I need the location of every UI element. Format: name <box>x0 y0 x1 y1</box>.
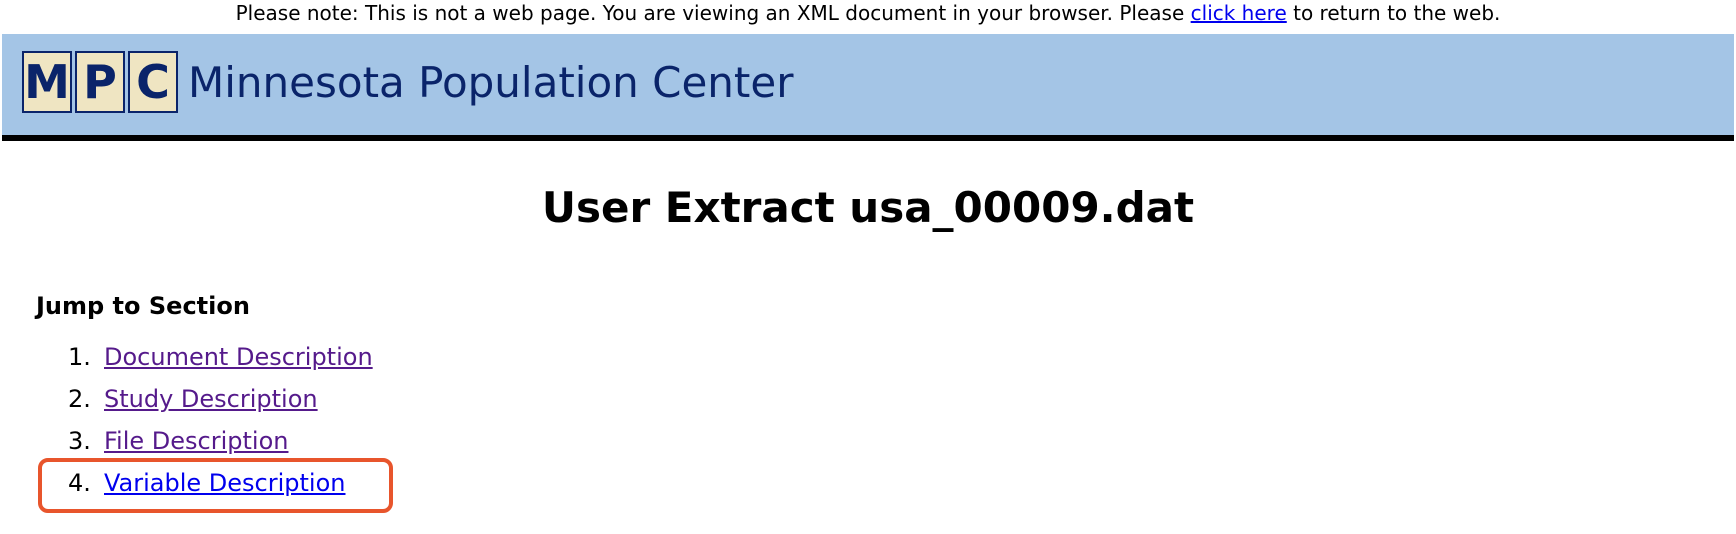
variable-description-link[interactable]: Variable Description <box>104 469 346 497</box>
list-number: 3. <box>68 427 91 455</box>
list-item: 4. Variable Description <box>68 462 373 504</box>
list-item: 2. Study Description <box>68 378 373 420</box>
xml-notice: Please note: This is not a web page. You… <box>0 0 1736 30</box>
mpc-logo: M P C <box>22 51 178 113</box>
logo-letter-p: P <box>75 51 125 113</box>
return-to-web-link[interactable]: click here <box>1191 1 1287 25</box>
list-number: 4. <box>68 469 91 497</box>
section-list: 1. Document Description 2. Study Descripti… <box>68 336 373 504</box>
notice-suffix: to return to the web. <box>1293 1 1501 25</box>
document-description-link[interactable]: Document Description <box>104 343 373 371</box>
header-banner: M P C Minnesota Population Center <box>2 34 1734 141</box>
list-item: 3. File Description <box>68 420 373 462</box>
jump-to-section-heading: Jump to Section <box>36 292 250 320</box>
list-number: 2. <box>68 385 91 413</box>
page-title: User Extract usa_00009.dat <box>541 183 1195 232</box>
logo-letter-c: C <box>128 51 178 113</box>
file-description-link[interactable]: File Description <box>104 427 288 455</box>
study-description-link[interactable]: Study Description <box>104 385 318 413</box>
organization-name: Minnesota Population Center <box>188 58 794 107</box>
list-number: 1. <box>68 343 91 371</box>
notice-prefix: Please note: This is not a web page. You… <box>235 1 1185 25</box>
logo-letter-m: M <box>22 51 72 113</box>
list-item: 1. Document Description <box>68 336 373 378</box>
